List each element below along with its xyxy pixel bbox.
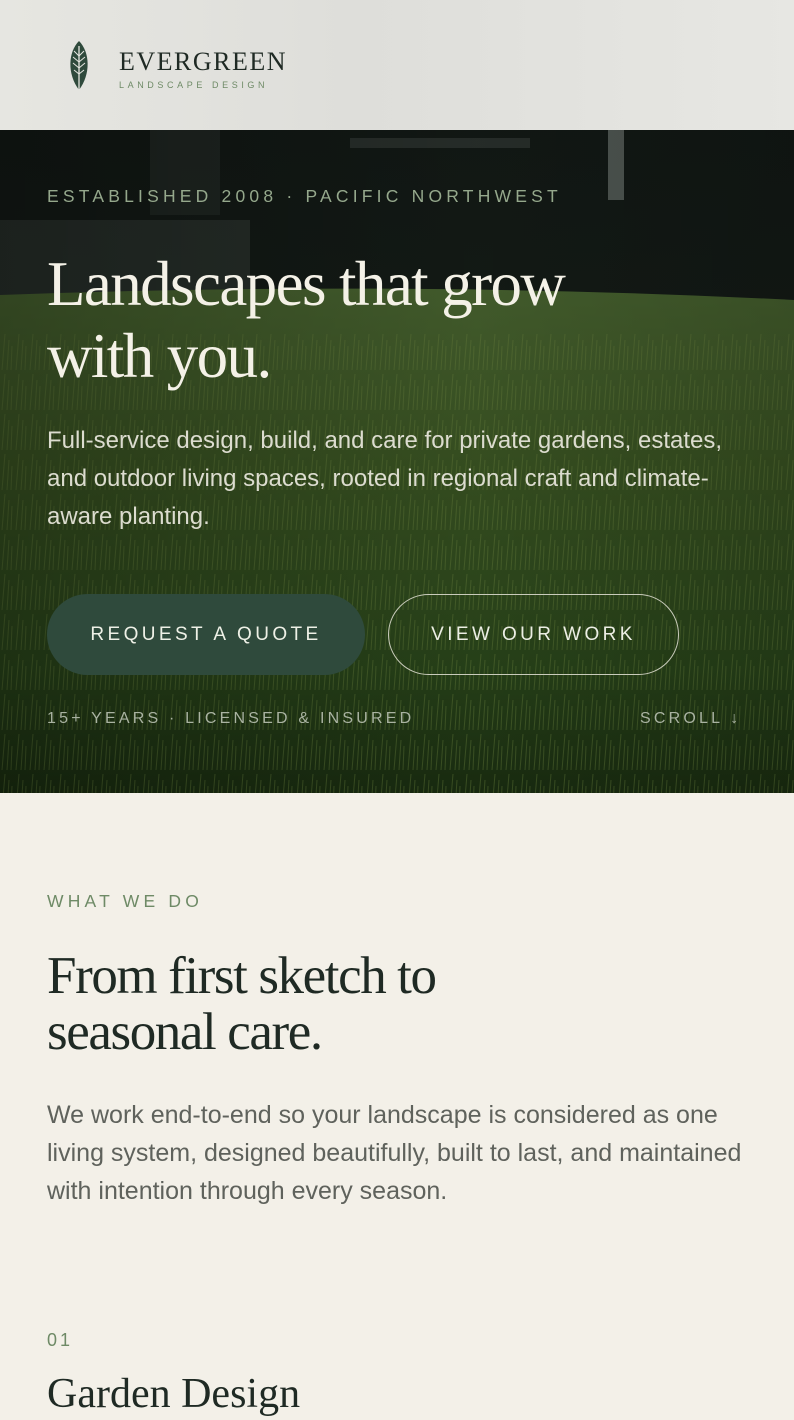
leaf-icon: [70, 41, 88, 90]
brand-tagline: LANDSCAPE DESIGN: [119, 79, 269, 90]
hero-title-line: Landscapes that grow: [47, 249, 566, 319]
section-eyebrow: WHAT WE DO: [47, 891, 204, 911]
hero-section: ESTABLISHED 2008 · PACIFIC NORTHWEST Lan…: [0, 130, 794, 793]
section-title: From first sketch to seasonal care.: [47, 948, 567, 1060]
request-quote-button[interactable]: REQUEST A QUOTE: [47, 594, 365, 675]
brand-logo[interactable]: EVERGREEN LANDSCAPE DESIGN: [66, 40, 287, 92]
hero-title-line: with you.: [47, 321, 272, 391]
hero-credentials: 15+ YEARS · LICENSED & INSURED: [47, 710, 415, 727]
service-number: 01: [47, 1330, 74, 1350]
brand-text: EVERGREEN LANDSCAPE DESIGN: [119, 43, 287, 90]
site-header: EVERGREEN LANDSCAPE DESIGN: [0, 0, 794, 130]
service-title[interactable]: Garden Design: [47, 1368, 300, 1420]
hero-eyebrow: ESTABLISHED 2008 · PACIFIC NORTHWEST: [47, 186, 562, 206]
hero-title: Landscapes that grow with you.: [47, 248, 687, 392]
section-title-line: From first sketch to: [47, 947, 437, 1005]
brand-name: EVERGREEN: [119, 46, 288, 76]
section-title-line: seasonal care.: [47, 1003, 323, 1061]
hero-description: Full-service design, build, and care for…: [47, 427, 723, 530]
section-description: We work end-to-end so your landscape is …: [47, 1101, 742, 1205]
view-work-button[interactable]: VIEW OUR WORK: [388, 594, 679, 675]
scroll-link[interactable]: SCROLL ↓: [640, 710, 741, 728]
